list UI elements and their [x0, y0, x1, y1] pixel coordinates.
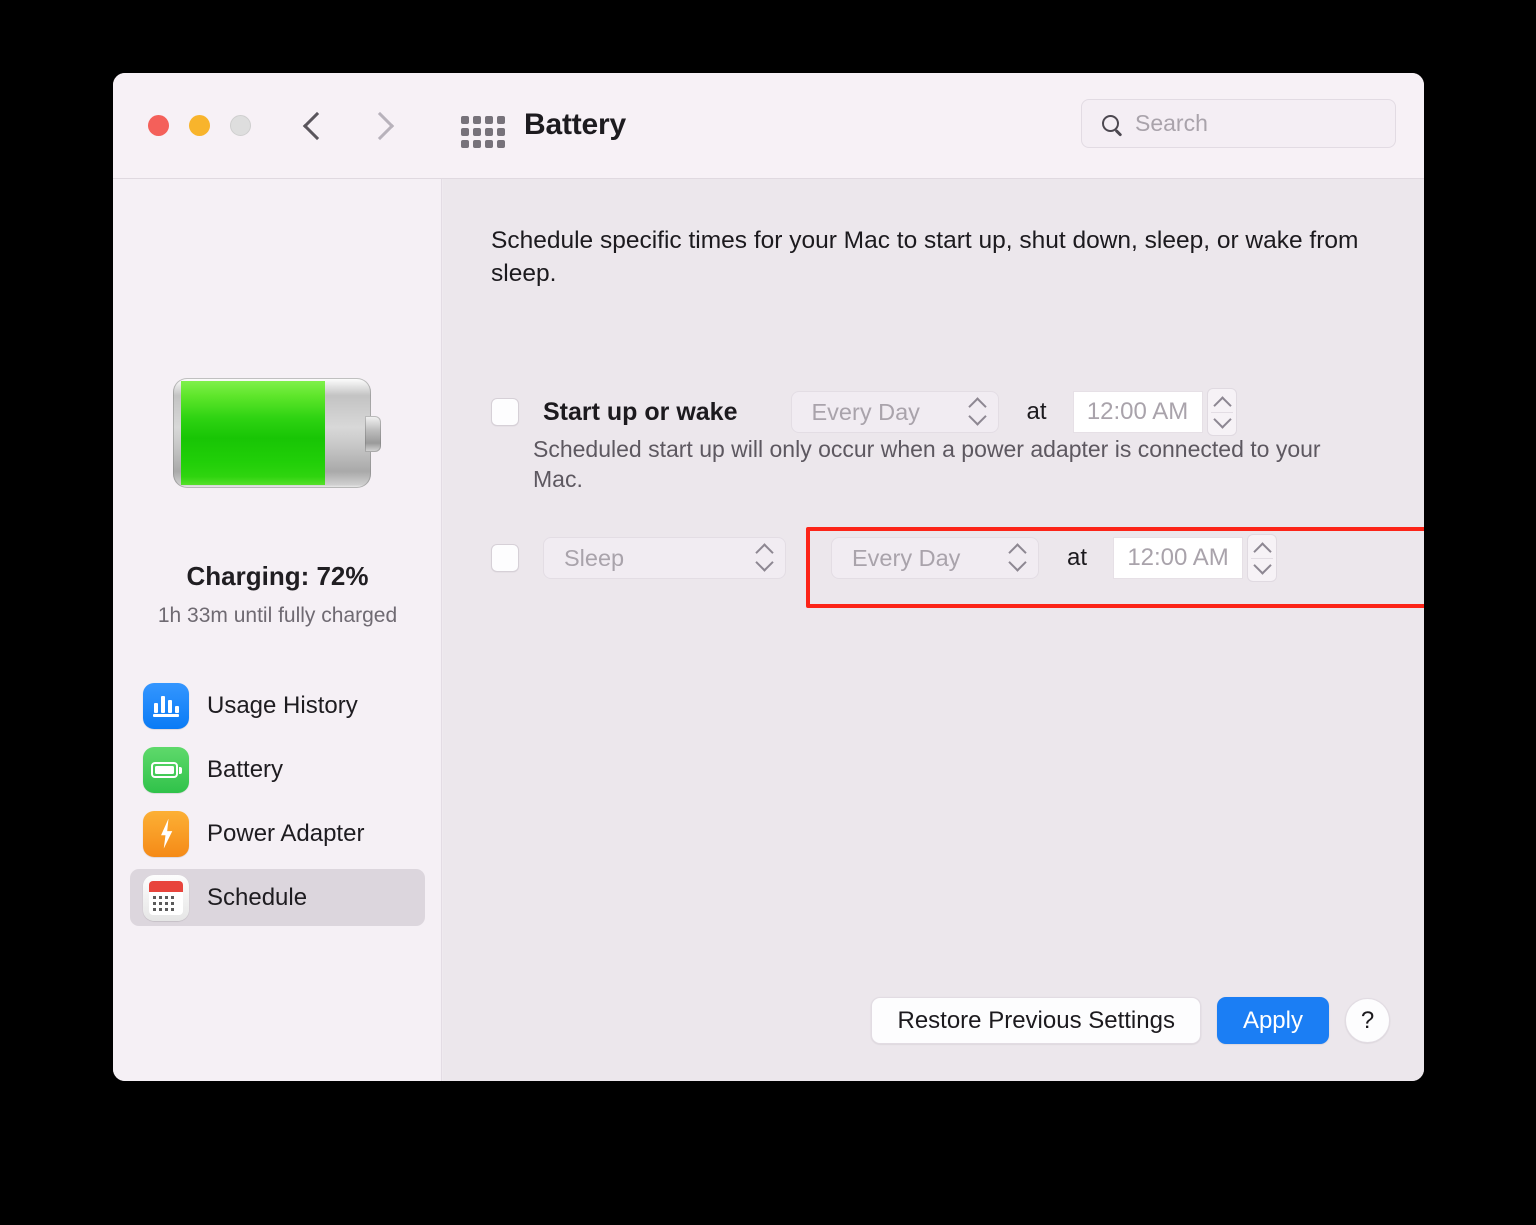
chevron-updown-icon	[962, 398, 984, 426]
startup-or-wake-checkbox[interactable]	[491, 398, 519, 426]
battery-fill	[181, 381, 325, 485]
charging-time-remaining: 1h 33m until fully charged	[157, 604, 398, 627]
startup-at-label: at	[1026, 398, 1047, 425]
schedule-calendar-icon	[143, 874, 189, 921]
chevron-left-icon[interactable]	[306, 109, 324, 141]
sleep-action-select[interactable]: Sleep	[543, 537, 786, 579]
bar-chart-glyph	[154, 695, 179, 713]
startup-day-select[interactable]: Every Day	[790, 391, 999, 433]
sleep-time-stepper[interactable]	[1247, 534, 1278, 582]
system-preferences-window: Battery Search Charging: 72% 1h 33m unti…	[113, 73, 1424, 1081]
main-content: Schedule specific times for your Mac to …	[443, 179, 1424, 1081]
chevron-updown-icon	[1002, 544, 1024, 572]
battery-charging-icon	[173, 378, 381, 488]
sleep-day-select[interactable]: Every Day	[831, 537, 1039, 579]
startup-or-wake-label: Start up or wake	[543, 397, 738, 426]
startup-time-stepper[interactable]	[1206, 388, 1237, 436]
charging-status: Charging: 72%	[186, 561, 369, 591]
sleep-time-field[interactable]: 12:00 AM	[1113, 537, 1244, 579]
search-icon	[1102, 115, 1119, 132]
sidebar-item-schedule[interactable]: Schedule	[130, 869, 425, 926]
restore-previous-settings-button[interactable]: Restore Previous Settings	[871, 997, 1201, 1044]
search-input[interactable]: Search	[1081, 99, 1396, 148]
sidebar: Charging: 72% 1h 33m until fully charged…	[113, 179, 442, 1081]
grid-dot	[497, 128, 505, 136]
apply-button[interactable]: Apply	[1216, 997, 1329, 1044]
sleep-action-row: Sleep Every Day at 12:00 AM	[491, 534, 1278, 582]
show-all-grid-icon[interactable]	[461, 116, 505, 148]
calendar-grid-dots	[153, 895, 174, 911]
footer-actions: Restore Previous Settings Apply ?	[871, 997, 1390, 1044]
grid-dot	[461, 128, 469, 136]
search-placeholder: Search	[1135, 110, 1208, 136]
power-adapter-icon	[143, 810, 189, 857]
usage-history-icon	[143, 682, 189, 729]
intro-description: Schedule specific times for your Mac to …	[491, 227, 1359, 287]
chevron-right-icon[interactable]	[372, 109, 390, 141]
sidebar-item-battery[interactable]: Battery	[130, 741, 425, 798]
traffic-lights	[148, 115, 251, 136]
sleep-day-value: Every Day	[852, 544, 961, 571]
page-title: Battery	[524, 108, 626, 141]
startup-helper-text: Scheduled start up will only occur when …	[533, 436, 1321, 493]
chevron-updown-icon	[749, 544, 771, 572]
window-titlebar: Battery Search	[113, 73, 1424, 179]
sidebar-item-label: Schedule	[207, 883, 308, 911]
navigation-arrows	[306, 109, 390, 141]
battery-icon	[143, 746, 189, 793]
grid-dot	[497, 116, 505, 124]
sidebar-item-label: Battery	[207, 755, 284, 783]
grid-dot	[485, 140, 493, 148]
sleep-at-label: at	[1067, 544, 1088, 571]
sidebar-item-usage-history[interactable]: Usage History	[130, 677, 425, 734]
startup-or-wake-row: Start up or wake Every Day at 12:00 AM	[491, 388, 1237, 436]
grid-dot	[461, 116, 469, 124]
battery-pill-glyph	[151, 761, 178, 778]
calendar-header	[149, 880, 183, 892]
battery-cap	[365, 416, 381, 452]
sleep-action-value: Sleep	[564, 544, 625, 571]
battery-pill-cap	[179, 766, 183, 774]
startup-day-value: Every Day	[811, 398, 920, 425]
grid-dot	[461, 140, 469, 148]
help-button[interactable]: ?	[1345, 998, 1390, 1043]
bar-chart-baseline	[153, 713, 179, 717]
sidebar-nav-list: Usage History Battery Power Adapter Sche…	[130, 677, 425, 933]
sleep-action-checkbox[interactable]	[491, 544, 519, 572]
battery-body	[173, 378, 371, 488]
minimize-button-icon[interactable]	[189, 115, 210, 136]
sidebar-item-label: Power Adapter	[207, 819, 365, 847]
lightning-bolt-glyph	[161, 818, 173, 849]
sidebar-item-label: Usage History	[207, 691, 358, 719]
grid-dot	[473, 116, 481, 124]
grid-dot	[473, 128, 481, 136]
startup-time-field[interactable]: 12:00 AM	[1072, 391, 1203, 433]
zoom-button-icon[interactable]	[230, 115, 251, 136]
grid-dot	[485, 116, 493, 124]
sidebar-item-power-adapter[interactable]: Power Adapter	[130, 805, 425, 862]
close-button-icon[interactable]	[148, 115, 169, 136]
grid-dot	[473, 140, 481, 148]
grid-dot	[497, 140, 505, 148]
grid-dot	[485, 128, 493, 136]
